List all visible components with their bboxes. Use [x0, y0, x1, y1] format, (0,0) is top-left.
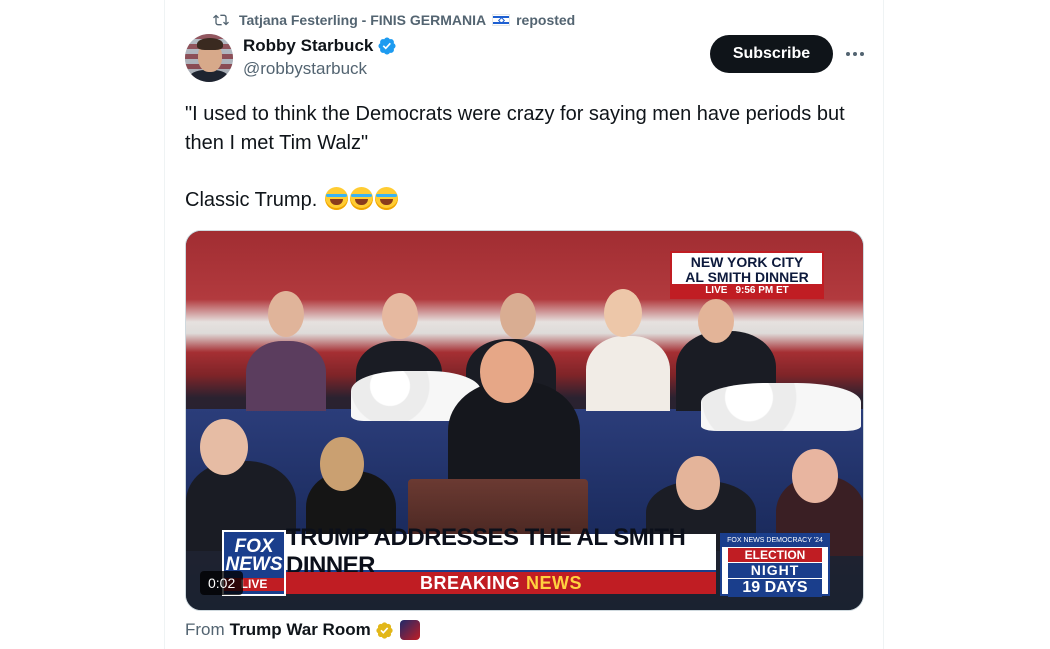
repost-action-label: reposted [516, 12, 576, 28]
avatar[interactable] [185, 34, 233, 82]
guest-figure [586, 336, 670, 411]
source-prefix: From [185, 620, 225, 639]
verified-badge-icon[interactable] [377, 36, 397, 56]
location-line1: NEW YORK CITY [690, 254, 804, 270]
guest-head [320, 437, 364, 491]
tweet-comment: Classic Trump. [185, 189, 318, 211]
tweet-card[interactable]: Tatjana Festerling - FINIS GERMANIA repo… [164, 0, 884, 649]
video-player[interactable]: NEW YORK CITY AL SMITH DINNER LIVE 9:56 … [185, 230, 864, 611]
election-line1: ELECTION [728, 548, 822, 562]
location-line2: AL SMITH DINNER [685, 269, 809, 285]
location-badge: NEW YORK CITY AL SMITH DINNER LIVE 9:56 … [670, 251, 824, 299]
tweet-comment-line: Classic Trump. [185, 186, 865, 215]
breaking-label: BREAKING [419, 572, 520, 593]
guest-head [698, 299, 734, 343]
news-lower-third: FOX NEWS LIVE TRUMP ADDRESSES THE AL SMI… [222, 524, 830, 597]
live-time-strip: LIVE 9:56 PM ET [672, 284, 822, 297]
tears-of-joy-emoji-icon [374, 187, 398, 210]
guest-figure [246, 341, 326, 411]
gold-verified-badge-icon[interactable] [375, 621, 394, 640]
tears-of-joy-emoji-icon [349, 187, 373, 210]
israel-flag-icon [492, 14, 511, 26]
guest-head [676, 456, 720, 510]
news-label: NEWS [526, 572, 582, 593]
election-countdown: FOX NEWS DEMOCRACY '24 ELECTION NIGHT 19… [720, 533, 830, 597]
floral-arrangement [701, 383, 861, 431]
tweet-quote: "I used to think the Democrats were craz… [185, 103, 845, 154]
author-name[interactable]: Robby Starbuck [243, 36, 373, 56]
source-name-link[interactable]: Trump War Room [230, 620, 371, 640]
headline-bar: TRUMP ADDRESSES THE AL SMITH DINNER [286, 524, 716, 579]
guest-head [500, 293, 536, 339]
more-dots-icon[interactable] [841, 40, 869, 68]
author-handle[interactable]: @robbystarbuck [243, 59, 397, 79]
repost-user-link[interactable]: Tatjana Festerling - FINIS GERMANIA [239, 12, 486, 28]
guest-head [200, 419, 248, 475]
guest-head [604, 289, 642, 337]
guest-head [382, 293, 418, 339]
election-days: 19 DAYS [728, 579, 822, 597]
guest-head [268, 291, 304, 337]
election-line2: NIGHT [728, 563, 822, 578]
guest-head [792, 449, 838, 503]
broadcast-time: 9:56 PM ET [735, 285, 789, 296]
video-source: From Trump War Room [185, 618, 420, 642]
tears-of-joy-emoji-icon [324, 187, 348, 210]
author-info: Robby Starbuck @robbystarbuck [243, 35, 397, 79]
breaking-news-bar: BREAKING NEWS [286, 572, 716, 594]
source-avatar[interactable] [399, 620, 420, 640]
election-top: FOX NEWS DEMOCRACY '24 [722, 535, 828, 547]
subscribe-button[interactable]: Subscribe [710, 35, 833, 73]
speaker-head [480, 341, 534, 403]
tweet-text: "I used to think the Democrats were craz… [185, 100, 865, 215]
live-label: LIVE [705, 285, 728, 296]
repost-icon [213, 14, 229, 26]
video-timestamp: 0:02 [200, 571, 244, 595]
repost-indicator: Tatjana Festerling - FINIS GERMANIA repo… [213, 10, 575, 30]
